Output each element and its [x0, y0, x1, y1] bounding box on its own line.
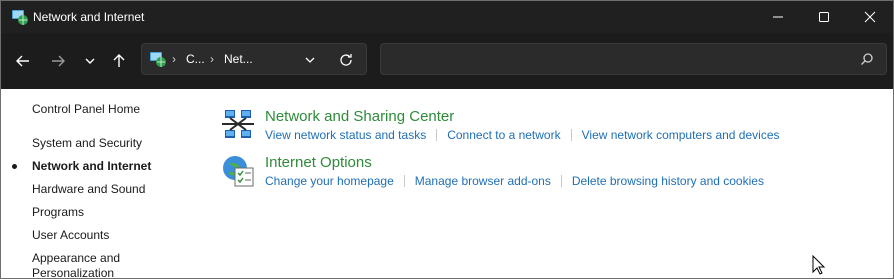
minimize-button[interactable] [755, 1, 801, 33]
content-area: Control Panel Home System and Security N… [1, 89, 893, 278]
minimize-icon [773, 16, 783, 18]
mouse-pointer-icon [812, 255, 826, 275]
maximize-button[interactable] [801, 1, 847, 33]
maximize-icon [819, 12, 829, 22]
network-globe-icon [150, 52, 166, 67]
network-sharing-center-link[interactable]: Network and Sharing Center [265, 108, 454, 125]
arrow-left-icon [16, 55, 29, 67]
sidebar-item-appearance[interactable]: Appearance and Personalization [32, 251, 132, 278]
active-bullet-icon [12, 164, 17, 169]
link-divider [570, 129, 572, 141]
close-button[interactable] [847, 1, 893, 33]
link-divider [560, 175, 562, 187]
breadcrumb-separator-icon: › [210, 52, 214, 66]
refresh-icon[interactable] [338, 52, 354, 68]
sidebar-item-user-accounts[interactable]: User Accounts [32, 228, 109, 242]
control-panel-window: Network and Internet › C... › Net... Con… [0, 0, 894, 279]
connect-to-network-link[interactable]: Connect to a network [447, 128, 560, 142]
internet-options-icon [223, 156, 254, 187]
search-input[interactable] [380, 43, 887, 75]
breadcrumb-segment-control-panel[interactable]: C... [186, 52, 205, 66]
view-network-status-link[interactable]: View network status and tasks [265, 128, 426, 142]
view-network-computers-link[interactable]: View network computers and devices [582, 128, 780, 142]
sidebar-item-hardware-sound[interactable]: Hardware and Sound [32, 182, 145, 196]
chevron-down-icon [85, 58, 95, 64]
arrow-up-icon [113, 54, 125, 67]
chevron-down-icon[interactable] [302, 52, 318, 68]
sidebar-item-network-internet[interactable]: Network and Internet [32, 159, 151, 173]
address-bar[interactable]: › C... › Net... [141, 43, 367, 75]
sidebar-item-programs[interactable]: Programs [32, 205, 84, 219]
manage-addons-link[interactable]: Manage browser add-ons [415, 174, 551, 188]
network-sharing-links: View network status and tasks Connect to… [265, 128, 780, 142]
recent-locations-button[interactable] [76, 47, 104, 75]
internet-options-link[interactable]: Internet Options [265, 154, 372, 171]
breadcrumb-separator-icon: › [172, 52, 176, 66]
up-button[interactable] [105, 47, 133, 75]
search-icon[interactable] [860, 52, 874, 66]
network-sharing-icon [222, 110, 254, 138]
network-globe-icon [12, 10, 28, 25]
control-panel-home-link[interactable]: Control Panel Home [32, 102, 140, 116]
window-title: Network and Internet [33, 10, 145, 24]
title-bar[interactable]: Network and Internet [1, 1, 893, 33]
link-divider [403, 175, 405, 187]
sidebar: Control Panel Home System and Security N… [1, 89, 201, 278]
forward-button[interactable] [44, 47, 72, 75]
change-homepage-link[interactable]: Change your homepage [265, 174, 394, 188]
close-icon [864, 11, 876, 23]
delete-history-link[interactable]: Delete browsing history and cookies [572, 174, 764, 188]
breadcrumb-segment-network[interactable]: Net... [224, 52, 253, 66]
arrow-right-icon [52, 55, 65, 67]
back-button[interactable] [9, 47, 37, 75]
link-divider [436, 129, 438, 141]
sidebar-item-system-security[interactable]: System and Security [32, 136, 142, 150]
navigation-bar: › C... › Net... [1, 33, 893, 89]
internet-options-links: Change your homepage Manage browser add-… [265, 174, 764, 188]
